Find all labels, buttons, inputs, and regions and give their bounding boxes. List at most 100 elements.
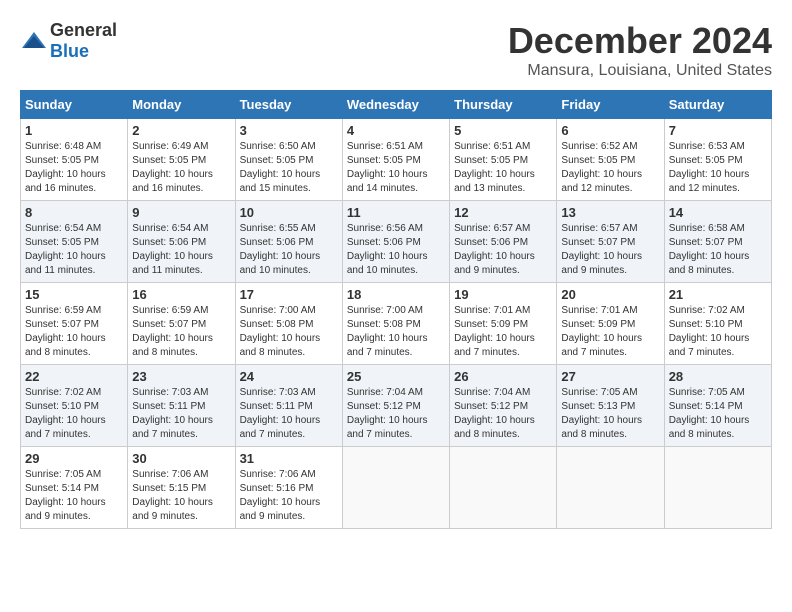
sunset: Sunset: 5:09 PM bbox=[561, 319, 635, 330]
sunrise: Sunrise: 6:48 AM bbox=[25, 141, 101, 152]
day-number: 16 bbox=[132, 287, 230, 302]
sunset: Sunset: 5:12 PM bbox=[454, 401, 528, 412]
sunset: Sunset: 5:07 PM bbox=[669, 237, 743, 248]
sunset: Sunset: 5:05 PM bbox=[347, 155, 421, 166]
day-info: Sunrise: 6:50 AM Sunset: 5:05 PM Dayligh… bbox=[240, 140, 338, 196]
calendar-cell: 25 Sunrise: 7:04 AM Sunset: 5:12 PM Dayl… bbox=[342, 365, 449, 447]
daylight: Daylight: 10 hours and 8 minutes. bbox=[132, 333, 213, 358]
calendar-cell: 15 Sunrise: 6:59 AM Sunset: 5:07 PM Dayl… bbox=[21, 283, 128, 365]
sunset: Sunset: 5:16 PM bbox=[240, 483, 314, 494]
day-number: 9 bbox=[132, 205, 230, 220]
sunrise: Sunrise: 6:57 AM bbox=[454, 223, 530, 234]
daylight: Daylight: 10 hours and 7 minutes. bbox=[669, 333, 750, 358]
day-number: 18 bbox=[347, 287, 445, 302]
sunset: Sunset: 5:08 PM bbox=[347, 319, 421, 330]
daylight: Daylight: 10 hours and 9 minutes. bbox=[454, 251, 535, 276]
sunrise: Sunrise: 7:03 AM bbox=[240, 387, 316, 398]
day-info: Sunrise: 7:00 AM Sunset: 5:08 PM Dayligh… bbox=[347, 304, 445, 360]
day-info: Sunrise: 6:52 AM Sunset: 5:05 PM Dayligh… bbox=[561, 140, 659, 196]
day-info: Sunrise: 7:02 AM Sunset: 5:10 PM Dayligh… bbox=[25, 386, 123, 442]
col-monday: Monday bbox=[128, 91, 235, 119]
day-number: 5 bbox=[454, 123, 552, 138]
sunset: Sunset: 5:09 PM bbox=[454, 319, 528, 330]
day-info: Sunrise: 7:04 AM Sunset: 5:12 PM Dayligh… bbox=[347, 386, 445, 442]
day-info: Sunrise: 7:03 AM Sunset: 5:11 PM Dayligh… bbox=[132, 386, 230, 442]
calendar-cell: 28 Sunrise: 7:05 AM Sunset: 5:14 PM Dayl… bbox=[664, 365, 771, 447]
daylight: Daylight: 10 hours and 16 minutes. bbox=[132, 169, 213, 194]
calendar-cell: 31 Sunrise: 7:06 AM Sunset: 5:16 PM Dayl… bbox=[235, 447, 342, 529]
day-info: Sunrise: 6:59 AM Sunset: 5:07 PM Dayligh… bbox=[25, 304, 123, 360]
logo-text: General Blue bbox=[50, 20, 117, 62]
sunrise: Sunrise: 7:00 AM bbox=[347, 305, 423, 316]
daylight: Daylight: 10 hours and 7 minutes. bbox=[132, 415, 213, 440]
header: General Blue December 2024 Mansura, Loui… bbox=[20, 20, 772, 80]
day-info: Sunrise: 6:58 AM Sunset: 5:07 PM Dayligh… bbox=[669, 222, 767, 278]
daylight: Daylight: 10 hours and 7 minutes. bbox=[454, 333, 535, 358]
col-friday: Friday bbox=[557, 91, 664, 119]
daylight: Daylight: 10 hours and 7 minutes. bbox=[347, 415, 428, 440]
calendar-cell bbox=[342, 447, 449, 529]
sunrise: Sunrise: 6:51 AM bbox=[454, 141, 530, 152]
sunset: Sunset: 5:05 PM bbox=[240, 155, 314, 166]
calendar-cell: 11 Sunrise: 6:56 AM Sunset: 5:06 PM Dayl… bbox=[342, 201, 449, 283]
daylight: Daylight: 10 hours and 9 minutes. bbox=[25, 497, 106, 522]
calendar-cell: 22 Sunrise: 7:02 AM Sunset: 5:10 PM Dayl… bbox=[21, 365, 128, 447]
day-number: 8 bbox=[25, 205, 123, 220]
sunrise: Sunrise: 6:57 AM bbox=[561, 223, 637, 234]
day-number: 27 bbox=[561, 369, 659, 384]
day-number: 29 bbox=[25, 451, 123, 466]
daylight: Daylight: 10 hours and 9 minutes. bbox=[240, 497, 321, 522]
day-info: Sunrise: 6:48 AM Sunset: 5:05 PM Dayligh… bbox=[25, 140, 123, 196]
sunset: Sunset: 5:06 PM bbox=[347, 237, 421, 248]
day-number: 19 bbox=[454, 287, 552, 302]
day-number: 12 bbox=[454, 205, 552, 220]
sunrise: Sunrise: 6:50 AM bbox=[240, 141, 316, 152]
week-row-5: 29 Sunrise: 7:05 AM Sunset: 5:14 PM Dayl… bbox=[21, 447, 772, 529]
week-row-1: 1 Sunrise: 6:48 AM Sunset: 5:05 PM Dayli… bbox=[21, 119, 772, 201]
day-number: 15 bbox=[25, 287, 123, 302]
calendar-cell: 29 Sunrise: 7:05 AM Sunset: 5:14 PM Dayl… bbox=[21, 447, 128, 529]
sunrise: Sunrise: 7:01 AM bbox=[561, 305, 637, 316]
calendar-cell: 17 Sunrise: 7:00 AM Sunset: 5:08 PM Dayl… bbox=[235, 283, 342, 365]
calendar-table: Sunday Monday Tuesday Wednesday Thursday… bbox=[20, 90, 772, 529]
title-area: December 2024 Mansura, Louisiana, United… bbox=[508, 20, 772, 80]
calendar-cell: 1 Sunrise: 6:48 AM Sunset: 5:05 PM Dayli… bbox=[21, 119, 128, 201]
calendar-cell: 4 Sunrise: 6:51 AM Sunset: 5:05 PM Dayli… bbox=[342, 119, 449, 201]
calendar-cell: 7 Sunrise: 6:53 AM Sunset: 5:05 PM Dayli… bbox=[664, 119, 771, 201]
col-thursday: Thursday bbox=[450, 91, 557, 119]
sunset: Sunset: 5:05 PM bbox=[25, 155, 99, 166]
week-row-2: 8 Sunrise: 6:54 AM Sunset: 5:05 PM Dayli… bbox=[21, 201, 772, 283]
daylight: Daylight: 10 hours and 12 minutes. bbox=[669, 169, 750, 194]
day-number: 17 bbox=[240, 287, 338, 302]
day-info: Sunrise: 6:56 AM Sunset: 5:06 PM Dayligh… bbox=[347, 222, 445, 278]
sunset: Sunset: 5:06 PM bbox=[132, 237, 206, 248]
sunrise: Sunrise: 7:05 AM bbox=[25, 469, 101, 480]
month-title: December 2024 bbox=[508, 20, 772, 62]
sunset: Sunset: 5:05 PM bbox=[454, 155, 528, 166]
sunset: Sunset: 5:15 PM bbox=[132, 483, 206, 494]
col-saturday: Saturday bbox=[664, 91, 771, 119]
sunrise: Sunrise: 7:01 AM bbox=[454, 305, 530, 316]
calendar-cell: 14 Sunrise: 6:58 AM Sunset: 5:07 PM Dayl… bbox=[664, 201, 771, 283]
sunset: Sunset: 5:06 PM bbox=[454, 237, 528, 248]
sunset: Sunset: 5:05 PM bbox=[132, 155, 206, 166]
daylight: Daylight: 10 hours and 8 minutes. bbox=[669, 415, 750, 440]
calendar-cell: 6 Sunrise: 6:52 AM Sunset: 5:05 PM Dayli… bbox=[557, 119, 664, 201]
day-number: 2 bbox=[132, 123, 230, 138]
calendar-cell: 2 Sunrise: 6:49 AM Sunset: 5:05 PM Dayli… bbox=[128, 119, 235, 201]
week-row-3: 15 Sunrise: 6:59 AM Sunset: 5:07 PM Dayl… bbox=[21, 283, 772, 365]
calendar-cell: 26 Sunrise: 7:04 AM Sunset: 5:12 PM Dayl… bbox=[450, 365, 557, 447]
day-info: Sunrise: 6:51 AM Sunset: 5:05 PM Dayligh… bbox=[347, 140, 445, 196]
calendar-cell: 20 Sunrise: 7:01 AM Sunset: 5:09 PM Dayl… bbox=[557, 283, 664, 365]
header-row: Sunday Monday Tuesday Wednesday Thursday… bbox=[21, 91, 772, 119]
daylight: Daylight: 10 hours and 13 minutes. bbox=[454, 169, 535, 194]
calendar-cell: 13 Sunrise: 6:57 AM Sunset: 5:07 PM Dayl… bbox=[557, 201, 664, 283]
day-info: Sunrise: 7:06 AM Sunset: 5:15 PM Dayligh… bbox=[132, 468, 230, 524]
day-info: Sunrise: 7:00 AM Sunset: 5:08 PM Dayligh… bbox=[240, 304, 338, 360]
calendar-cell: 3 Sunrise: 6:50 AM Sunset: 5:05 PM Dayli… bbox=[235, 119, 342, 201]
day-number: 20 bbox=[561, 287, 659, 302]
location-title: Mansura, Louisiana, United States bbox=[508, 62, 772, 80]
day-info: Sunrise: 6:55 AM Sunset: 5:06 PM Dayligh… bbox=[240, 222, 338, 278]
sunrise: Sunrise: 7:06 AM bbox=[132, 469, 208, 480]
sunrise: Sunrise: 7:00 AM bbox=[240, 305, 316, 316]
